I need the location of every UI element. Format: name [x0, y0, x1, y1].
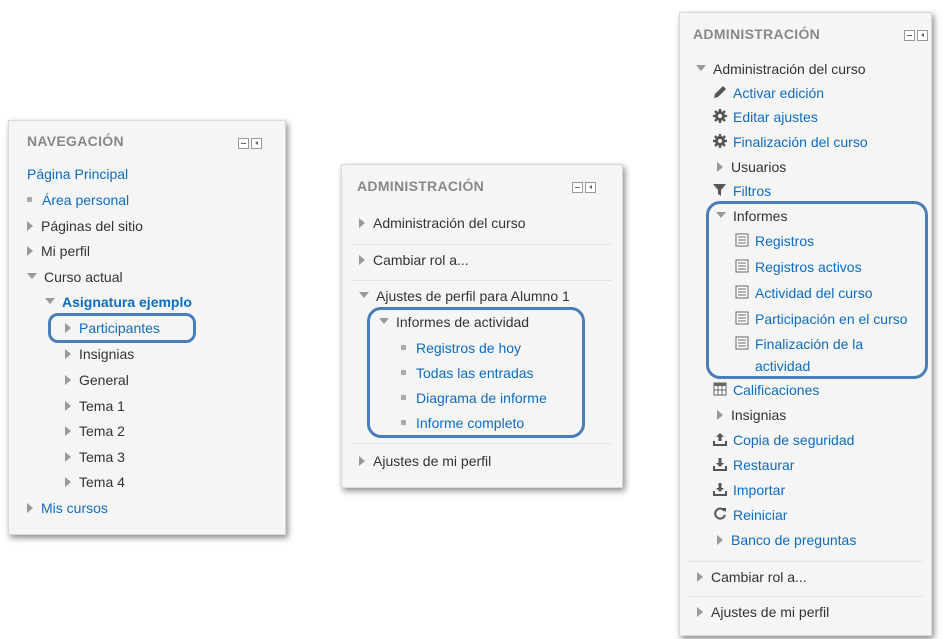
bullet-icon [27, 196, 32, 202]
expand-icon [27, 246, 33, 257]
admin-item-my-profile-settings[interactable]: Ajustes de mi perfil [697, 604, 829, 621]
block-title: NAVEGACIÓN [27, 133, 124, 149]
admin-item-profile-settings-alumno[interactable]: Ajustes de perfil para Alumno 1 [359, 288, 570, 305]
block-controls [904, 30, 928, 41]
nav-item-topic-1[interactable]: Tema 1 [65, 398, 125, 415]
nav-item-profile[interactable]: Mi perfil [27, 243, 90, 260]
block-controls [572, 182, 596, 193]
highlight-activity-reports [367, 307, 585, 438]
admin-item-restore[interactable]: Restaurar [713, 457, 794, 474]
expand-icon [65, 375, 71, 386]
block-title: ADMINISTRACIÓN [693, 26, 821, 42]
admin-item-edit-settings[interactable]: Editar ajustes [713, 109, 818, 126]
dock-icon[interactable] [917, 30, 928, 41]
divider [352, 443, 612, 444]
divider [688, 561, 923, 562]
download-icon [713, 457, 728, 472]
nav-item-site-pages[interactable]: Páginas del sitio [27, 218, 143, 235]
dock-icon[interactable] [585, 182, 596, 193]
admin-item-users[interactable]: Usuarios [717, 159, 786, 176]
triangle-right-icon [697, 607, 703, 618]
upload-icon [713, 432, 728, 447]
minimize-icon[interactable] [238, 138, 249, 149]
nav-item-home[interactable]: Página Principal [27, 166, 128, 183]
divider [352, 280, 612, 281]
admin-item-course-admin[interactable]: Administración del curso [359, 215, 526, 232]
nav-item-current-course[interactable]: Curso actual [27, 269, 123, 286]
triangle-down-icon [696, 65, 706, 72]
filter-icon [713, 183, 728, 197]
expand-icon [27, 221, 33, 232]
gear-icon [713, 109, 728, 124]
collapse-icon [27, 273, 37, 280]
admin-item-turn-editing-on[interactable]: Activar edición [713, 85, 824, 102]
navigation-block: NAVEGACIÓN Página Principal Área persona… [8, 120, 286, 535]
admin-item-grades[interactable]: Calificaciones [713, 382, 819, 399]
dock-icon[interactable] [251, 138, 262, 149]
nav-item-topic-2[interactable]: Tema 2 [65, 423, 125, 440]
nav-item-badges[interactable]: Insignias [65, 346, 134, 363]
gear-icon [713, 134, 728, 149]
divider [688, 596, 923, 597]
admin-item-my-profile-settings[interactable]: Ajustes de mi perfil [359, 453, 491, 470]
block-controls [238, 138, 262, 149]
triangle-right-icon [717, 410, 723, 421]
admin-item-course-admin[interactable]: Administración del curso [696, 61, 866, 78]
expand-icon [65, 401, 71, 412]
expand-icon [65, 349, 71, 360]
nav-item-topic-4[interactable]: Tema 4 [65, 474, 125, 491]
nav-item-course[interactable]: Asignatura ejemplo [45, 294, 192, 311]
collapse-icon [45, 298, 55, 305]
admin-item-course-completion[interactable]: Finalización del curso [713, 134, 868, 151]
expand-icon [65, 452, 71, 463]
minimize-icon[interactable] [572, 182, 583, 193]
download-icon [713, 482, 728, 497]
divider [352, 244, 612, 245]
admin-item-reset[interactable]: Reiniciar [713, 507, 787, 524]
expand-icon [27, 503, 33, 514]
nav-item-general[interactable]: General [65, 372, 129, 389]
highlight-reports [706, 201, 928, 379]
expand-icon [359, 218, 365, 229]
expand-icon [359, 456, 365, 467]
refresh-icon [713, 507, 728, 521]
pencil-icon [713, 85, 728, 99]
admin-item-question-bank[interactable]: Banco de preguntas [717, 532, 856, 549]
table-icon [713, 382, 728, 396]
administration-block-small: ADMINISTRACIÓN Administración del curso … [341, 164, 623, 488]
nav-item-my-courses[interactable]: Mis cursos [27, 500, 108, 517]
expand-icon [65, 477, 71, 488]
nav-item-dashboard[interactable]: Área personal [27, 192, 129, 209]
admin-item-badges[interactable]: Insignias [717, 407, 786, 424]
expand-icon [65, 426, 71, 437]
admin-item-switch-role[interactable]: Cambiar rol a... [697, 569, 807, 586]
admin-item-backup[interactable]: Copia de seguridad [713, 432, 854, 449]
expand-icon [359, 255, 365, 266]
administration-block-large: ADMINISTRACIÓN Administración del curso … [679, 12, 932, 636]
admin-item-import[interactable]: Importar [713, 482, 785, 499]
collapse-icon [359, 292, 369, 299]
admin-item-switch-role[interactable]: Cambiar rol a... [359, 252, 469, 269]
triangle-right-icon [717, 162, 723, 173]
triangle-right-icon [717, 535, 723, 546]
block-title: ADMINISTRACIÓN [357, 178, 485, 194]
triangle-right-icon [697, 572, 703, 583]
nav-item-topic-3[interactable]: Tema 3 [65, 449, 125, 466]
admin-item-filters[interactable]: Filtros [713, 183, 771, 200]
minimize-icon[interactable] [904, 30, 915, 41]
highlight-participants [48, 313, 196, 343]
